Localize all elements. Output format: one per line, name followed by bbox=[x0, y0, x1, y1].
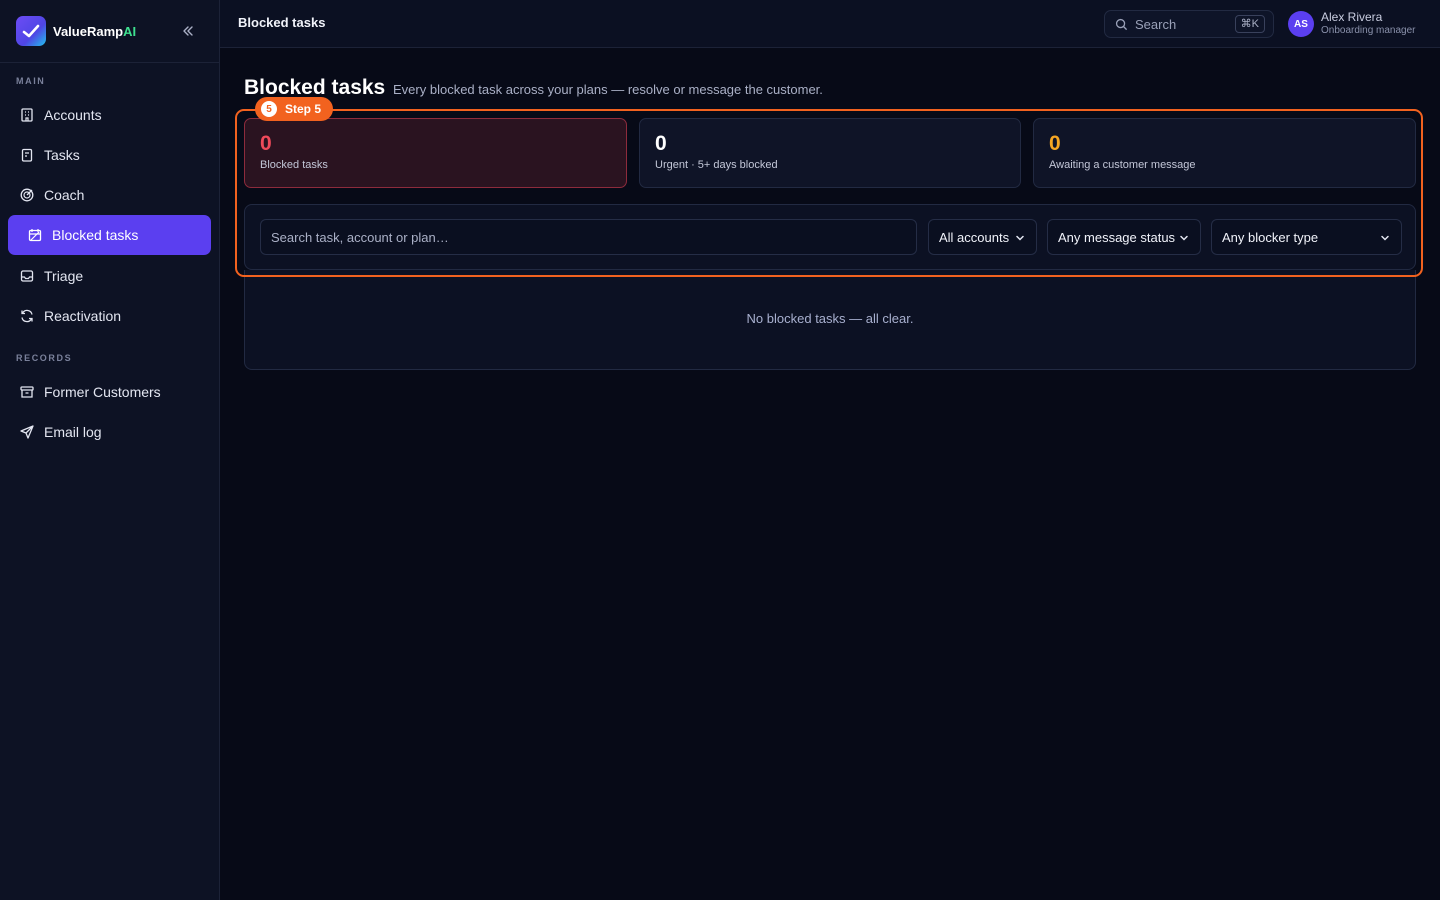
sidebar-item-reactivation[interactable]: Reactivation bbox=[8, 296, 211, 336]
sidebar-item-email-log[interactable]: Email log bbox=[8, 412, 211, 452]
inbox-icon bbox=[18, 267, 36, 285]
refresh-icon bbox=[18, 307, 36, 325]
target-icon bbox=[18, 186, 36, 204]
archive-icon bbox=[18, 383, 36, 401]
sidebar-item-former-customers[interactable]: Former Customers bbox=[8, 372, 211, 412]
section-label-main: MAIN bbox=[16, 76, 46, 86]
page-subtitle: Every blocked task across your plans — r… bbox=[393, 82, 823, 97]
send-icon bbox=[18, 423, 36, 441]
tour-step-badge: 5 Step 5 bbox=[255, 97, 334, 121]
brand-name: ValueRampAI bbox=[53, 23, 137, 39]
tour-highlight bbox=[235, 109, 1423, 277]
user-role: Onboarding manager bbox=[1321, 25, 1416, 36]
sidebar-item-label: Triage bbox=[44, 268, 84, 284]
clipboard-icon bbox=[18, 146, 36, 164]
sidebar-item-tasks[interactable]: Tasks bbox=[8, 135, 211, 175]
sidebar-item-label: Coach bbox=[44, 187, 85, 203]
sidebar-item-label: Blocked tasks bbox=[52, 227, 139, 243]
global-search[interactable]: Search ⌘K bbox=[1104, 10, 1274, 38]
blocked-calendar-icon bbox=[26, 226, 44, 244]
search-label: Search bbox=[1135, 16, 1177, 32]
empty-state-message: No blocked tasks — all clear. bbox=[746, 311, 914, 326]
search-icon bbox=[1115, 18, 1128, 30]
avatar[interactable]: AS bbox=[1288, 11, 1314, 37]
sidebar-item-label: Tasks bbox=[44, 147, 80, 163]
section-label-records: RECORDS bbox=[16, 353, 73, 363]
sidebar-item-coach[interactable]: Coach bbox=[8, 175, 211, 215]
step-label: Step 5 bbox=[285, 102, 322, 116]
sidebar-item-blocked-tasks[interactable]: Blocked tasks bbox=[8, 215, 211, 255]
collapse-sidebar-button[interactable] bbox=[179, 22, 197, 40]
building-icon bbox=[18, 106, 36, 124]
breadcrumb: Blocked tasks bbox=[238, 15, 326, 30]
brand: ValueRampAI bbox=[0, 0, 219, 63]
user-name[interactable]: Alex Rivera bbox=[1321, 10, 1382, 24]
sidebar-item-label: Accounts bbox=[44, 107, 102, 123]
sidebar-item-label: Reactivation bbox=[44, 308, 122, 324]
empty-state-panel: No blocked tasks — all clear. bbox=[244, 270, 1416, 370]
sidebar-item-triage[interactable]: Triage bbox=[8, 256, 211, 296]
shortcut-hint: ⌘K bbox=[1234, 15, 1265, 33]
sidebar-item-label: Email log bbox=[44, 424, 102, 440]
chevrons-left-icon bbox=[183, 26, 193, 36]
top-bar: Blocked tasks Search ⌘K AS Alex Rivera O… bbox=[220, 0, 1440, 48]
sidebar: ValueRampAI MAIN Accounts Tasks Coach Bl… bbox=[0, 0, 220, 900]
logo-icon bbox=[16, 16, 46, 46]
sidebar-item-label: Former Customers bbox=[44, 384, 161, 400]
sidebar-item-accounts[interactable]: Accounts bbox=[8, 95, 211, 135]
step-number: 5 bbox=[261, 101, 277, 117]
